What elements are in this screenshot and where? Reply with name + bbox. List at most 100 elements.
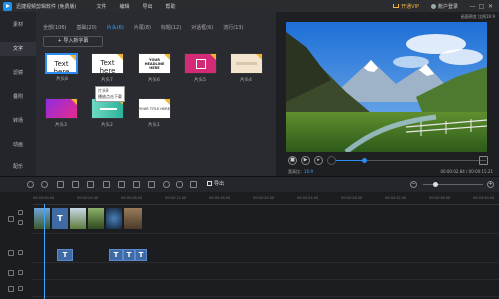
title-clip[interactable]: T (51, 207, 69, 230)
fullscreen-small-icon[interactable] (327, 156, 336, 165)
microphone-icon[interactable] (176, 181, 183, 188)
ruler-tick: 00:00:24.00 (297, 196, 319, 200)
ruler-tick: 00:00:32.00 (385, 196, 407, 200)
preview-label: 画面预览 比例16:9 (460, 14, 495, 19)
seek-bar[interactable] (336, 158, 486, 163)
app-logo-icon (3, 1, 12, 11)
tab-all[interactable]: 全部(106) (43, 24, 66, 31)
sidebar-item-material[interactable]: 素材 (0, 18, 36, 32)
lock-icon[interactable] (18, 270, 23, 275)
tab-dialog[interactable]: 对话框(6) (191, 24, 213, 31)
seek-handle[interactable] (362, 158, 367, 163)
text-clip[interactable]: T (135, 249, 147, 261)
text-track-icon (8, 250, 14, 256)
zoom-handle[interactable] (432, 182, 438, 187)
sidebar-item-animation[interactable]: 动画 (0, 138, 36, 152)
tab-title[interactable]: 标题(12) (161, 24, 181, 31)
template-label: 片头2 (101, 123, 113, 128)
stop-icon[interactable]: ■ (288, 156, 297, 165)
speed-icon[interactable] (118, 181, 125, 188)
undo-icon[interactable] (27, 181, 34, 188)
video-clip[interactable] (123, 207, 143, 230)
sidebar-item-overlay[interactable]: 叠附 (0, 90, 36, 104)
play-icon[interactable]: ▶ (301, 156, 310, 165)
template-thumb[interactable]: Text here (91, 53, 124, 74)
text-library-panel: 全部(106) 基础(20) 片头(6) 片尾(8) 标题(12) 对话框(6)… (36, 12, 276, 176)
template-thumb[interactable]: Text here (45, 53, 78, 74)
download-badge-icon (71, 99, 77, 105)
template-thumb[interactable]: YOUR TITLE HERE (138, 98, 171, 119)
ruler-tick: 00:00:20.00 (253, 196, 275, 200)
delete-icon[interactable] (87, 181, 94, 188)
close-button[interactable]: ✕ (486, 2, 495, 11)
menu-edit[interactable]: 编辑 (120, 3, 130, 10)
frame-shape (196, 59, 206, 69)
vip-label: 开通VIP (401, 3, 419, 10)
template-thumb[interactable] (230, 53, 263, 74)
template-thumb[interactable] (45, 98, 78, 119)
timeline-zoom-slider[interactable] (423, 182, 483, 187)
tab-ending[interactable]: 片尾(8) (134, 24, 151, 31)
template-thumb-text: Text here (53, 60, 70, 74)
video-clip[interactable] (33, 207, 51, 230)
menu-file[interactable]: 文件 (97, 3, 107, 10)
split-icon[interactable] (103, 181, 110, 188)
crop-icon[interactable] (72, 181, 79, 188)
edit-icon[interactable] (57, 181, 64, 188)
ruler-tick: 00:00:40.00 (473, 196, 495, 200)
fullscreen-icon[interactable] (479, 156, 488, 165)
preview-screen[interactable] (286, 22, 487, 152)
effect-track[interactable] (33, 264, 499, 280)
aspect-label: 宽高比： (288, 169, 304, 174)
next-frame-icon[interactable]: ▸ (314, 156, 323, 165)
seek-progress (336, 160, 365, 161)
import-subtitle-button[interactable]: + 导入新字幕 (43, 36, 103, 47)
tab-basic[interactable]: 基础(20) (76, 24, 96, 31)
export-label: 导出 (214, 181, 225, 187)
rotate-icon[interactable] (133, 181, 140, 188)
template-thumb[interactable] (184, 53, 217, 74)
text-clip[interactable]: T (109, 249, 123, 261)
zoom-in-icon[interactable]: + (487, 181, 494, 188)
video-clip[interactable] (105, 207, 123, 230)
sidebar-item-music[interactable]: 配乐 (0, 160, 36, 174)
sidebar-item-transition[interactable]: 转场 (0, 114, 36, 128)
tab-popular[interactable]: 流行(13) (223, 24, 243, 31)
maximize-button[interactable]: □ (477, 2, 486, 11)
menu-export[interactable]: 导出 (143, 3, 153, 10)
video-clip[interactable] (69, 207, 87, 230)
music-track[interactable] (33, 281, 499, 297)
settings-icon[interactable] (190, 181, 197, 188)
decor-bar (100, 108, 117, 110)
template-label: 片头1 (148, 123, 160, 128)
sidebar: 素材 文字 滤镜 叠附 转场 动画 配乐 (0, 12, 36, 176)
template-thumb-text: YOUR TITLE HERE (139, 107, 170, 111)
template-thumb[interactable]: YOUR HEADLINE HERE (138, 53, 171, 74)
zoom-clip-icon[interactable] (148, 181, 155, 188)
export-button[interactable]: 导出 (207, 180, 224, 187)
text-clip[interactable]: T (123, 249, 135, 261)
video-track[interactable]: T (33, 207, 499, 234)
playhead[interactable] (44, 204, 45, 299)
eye-icon[interactable] (18, 220, 23, 225)
text-clip[interactable]: T (57, 249, 73, 261)
effect-track-icon (8, 270, 14, 276)
timer-icon[interactable] (163, 181, 170, 188)
aspect-ratio[interactable]: 宽高比：16:9 (288, 169, 313, 175)
text-track[interactable]: T T T T (33, 247, 499, 263)
minimize-button[interactable]: — (468, 2, 477, 11)
lock-icon[interactable] (18, 250, 23, 255)
sidebar-item-text[interactable]: 文字 (0, 42, 36, 56)
timecode: 00:00:02.84 / 00:00:15.21 (440, 169, 493, 174)
vip-button[interactable]: 开通VIP (393, 3, 419, 10)
lock-icon[interactable] (18, 286, 23, 291)
lock-icon[interactable] (18, 210, 23, 215)
crown-icon (393, 4, 400, 8)
redo-icon[interactable] (41, 181, 48, 188)
sidebar-item-filter[interactable]: 滤镜 (0, 66, 36, 80)
zoom-out-icon[interactable]: − (410, 181, 417, 188)
tab-opening[interactable]: 片头(6) (107, 24, 124, 31)
login-button[interactable]: 账户登录 (430, 3, 458, 10)
menu-help[interactable]: 帮助 (166, 3, 176, 10)
video-clip[interactable] (87, 207, 105, 230)
